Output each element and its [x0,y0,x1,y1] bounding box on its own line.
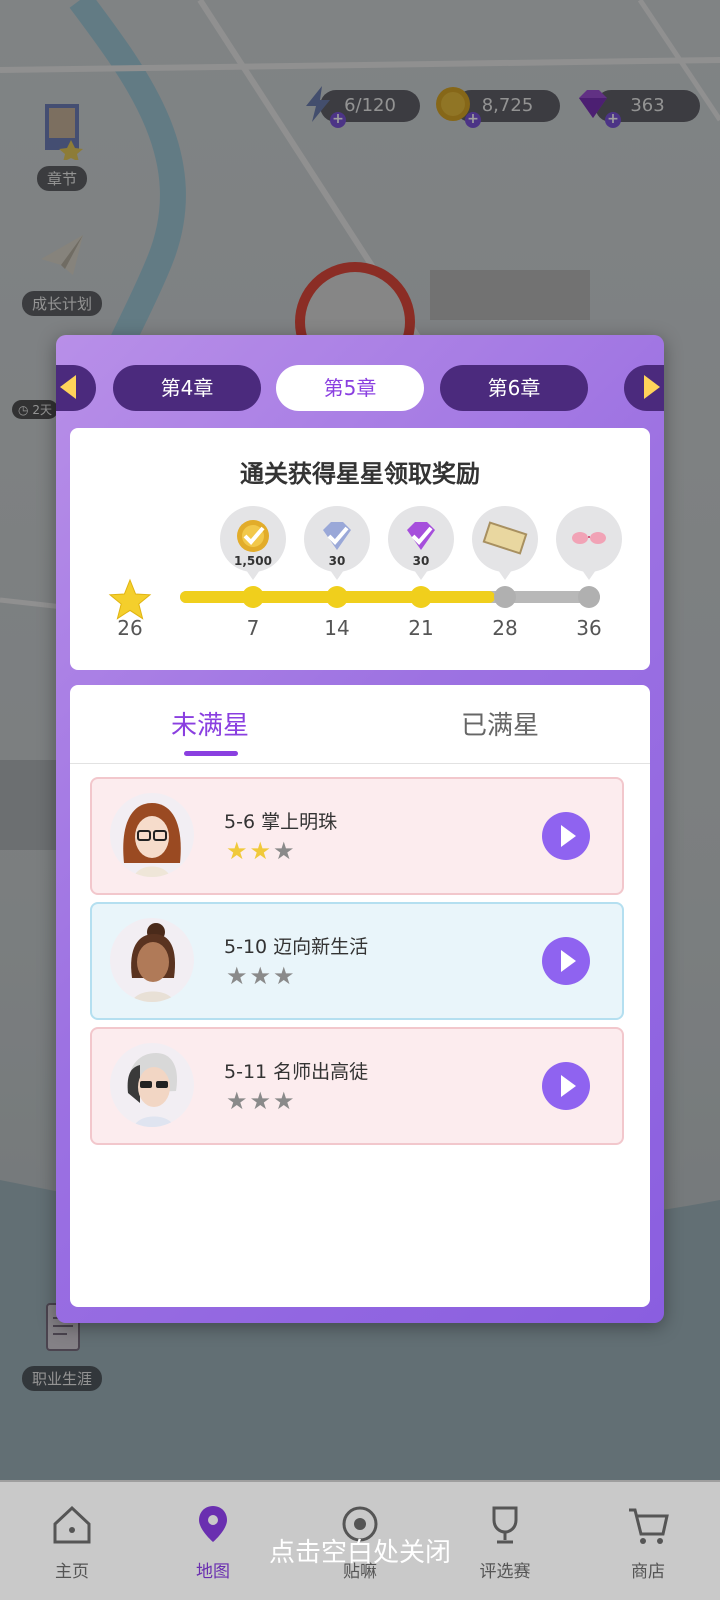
star-filled-icon: ★ [249,837,274,865]
character-portrait-icon [123,803,181,877]
level-item-5-10[interactable]: 5-10 迈向新生活 ★★★ [90,902,624,1020]
progress-node-7 [242,586,264,608]
reward-bubble-2[interactable]: 30 [304,506,370,580]
avatar [110,793,194,877]
chevron-right-icon[interactable] [644,375,660,399]
play-button[interactable] [542,937,590,985]
ticket-reward-icon [482,521,528,555]
play-button[interactable] [542,1062,590,1110]
chapter-reward-panel: 第4章 第5章 第6章 通关获得星星领取奖励 1,500 30 30 26 7 … [56,335,664,1323]
progress-node-21 [410,586,432,608]
threshold-label-1: 7 [246,616,260,640]
level-stars: ★★★ [226,837,297,865]
reward-title: 通关获得星星领取奖励 [240,460,480,488]
star-empty-icon: ★ [273,962,297,990]
threshold-label-5: 36 [576,616,602,640]
tab-chapter-4[interactable]: 第4章 [113,365,261,411]
level-item-5-6[interactable]: 5-6 掌上明珠 ★★★ [90,777,624,895]
avatar [110,918,194,1002]
star-empty-icon: ★ [273,837,297,865]
level-title: 5-6 掌上明珠 [224,811,338,833]
level-list-card: 未满星 已满星 5-6 掌上明珠 ★★★ 5-10 迈向新生活 ★★★ 5-11… [70,685,650,1307]
character-portrait-icon [127,1053,178,1127]
sunglasses-reward-icon [572,532,606,544]
progress-node-36 [578,586,600,608]
progress-node-28 [494,586,516,608]
threshold-label-4: 28 [492,616,518,640]
close-hint: 点击空白处关闭 [268,1538,451,1568]
progress-node-14 [326,586,348,608]
reward-amount-1: 1,500 [234,554,272,568]
tab-chapter-6[interactable]: 第6章 [440,365,588,411]
reward-bubble-3[interactable]: 30 [388,506,454,580]
reward-bubble-4[interactable] [472,506,538,580]
star-filled-icon: ★ [226,837,250,865]
star-empty-icon: ★ [226,1087,250,1115]
reward-amount-2: 30 [328,554,346,568]
current-star-count: 26 [117,616,143,640]
star-empty-icon: ★ [249,1087,274,1115]
divider [70,763,650,764]
level-stars: ★★★ [226,962,297,990]
level-title: 5-11 名师出高徒 [224,1061,369,1083]
play-button[interactable] [542,812,590,860]
star-reward-card: 通关获得星星领取奖励 1,500 30 30 26 7 14 21 28 36 [70,428,650,670]
tab-full-stars[interactable]: 已满星 [400,705,600,742]
star-empty-icon: ★ [249,962,274,990]
star-empty-icon: ★ [273,1087,297,1115]
level-item-5-11[interactable]: 5-11 名师出高徒 ★★★ [90,1027,624,1145]
star-empty-icon: ★ [226,962,250,990]
chevron-left-icon[interactable] [60,375,76,399]
tab-unfull-stars[interactable]: 未满星 [110,705,310,742]
avatar [110,1043,194,1127]
reward-amount-3: 30 [412,554,430,568]
level-stars: ★★★ [226,1087,297,1115]
threshold-label-3: 21 [408,616,434,640]
reward-bubble-5[interactable] [556,506,622,580]
tab-chapter-5[interactable]: 第5章 [276,365,424,411]
threshold-label-2: 14 [324,616,350,640]
character-portrait-icon [131,923,176,1002]
level-title: 5-10 迈向新生活 [224,936,369,958]
active-tab-indicator [184,751,238,756]
reward-bubble-1[interactable]: 1,500 [220,506,286,580]
